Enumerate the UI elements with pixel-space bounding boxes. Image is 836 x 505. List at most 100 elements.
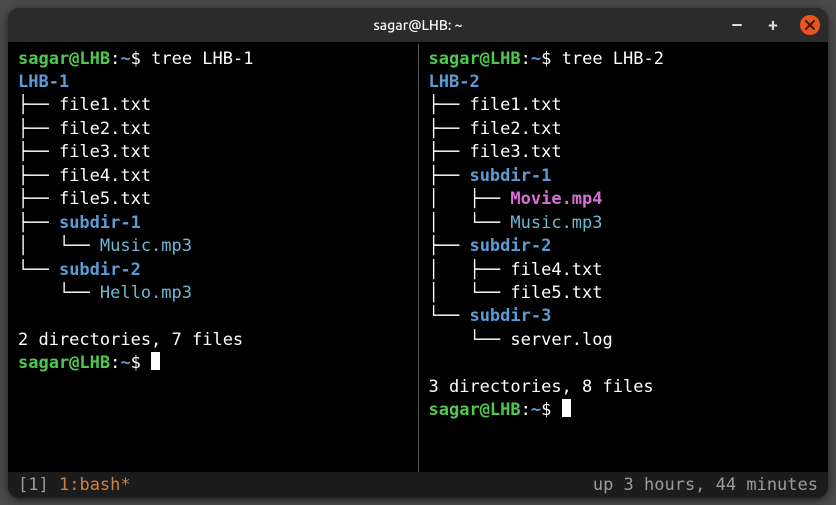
tree-line: │ └── Music.mp3	[18, 235, 412, 258]
tree-prefix: │ ├──	[429, 189, 511, 209]
tree-line: ├── subdir-1	[429, 165, 823, 188]
prompt-user-host: sagar@LHB	[429, 49, 521, 69]
tree-prefix: ├──	[18, 142, 59, 162]
tree-entry: Hello.mp3	[100, 283, 192, 303]
prompt-path: ~	[531, 400, 541, 420]
tree-entry: file1.txt	[469, 95, 561, 115]
prompt-sep: :	[521, 400, 531, 420]
tree-line: │ ├── Movie.mp4	[429, 188, 823, 211]
status-session-index: 1	[28, 475, 38, 495]
minimize-button[interactable]	[728, 16, 746, 34]
tree-root: LHB-1	[18, 71, 412, 94]
tree-line: ├── file3.txt	[429, 141, 823, 164]
tree-entry: Music.mp3	[100, 236, 192, 256]
tree-line: │ └── Music.mp3	[429, 212, 823, 235]
tree-entry: file4.txt	[59, 166, 151, 186]
tree-line: ├── file1.txt	[18, 94, 412, 117]
tree-prefix: ├──	[429, 142, 470, 162]
tree-entry: file1.txt	[59, 95, 151, 115]
titlebar: sagar@LHB: ~	[8, 8, 828, 42]
tree-line: │ └── file5.txt	[429, 282, 823, 305]
tree-line: └── server.log	[429, 329, 823, 352]
tree-entry: file5.txt	[59, 189, 151, 209]
tree-summary: 3 directories, 8 files	[429, 376, 823, 399]
status-right: up 3 hours, 44 minutes	[593, 475, 818, 495]
tree-prefix: ├──	[18, 166, 59, 186]
prompt-sigil: $	[131, 49, 151, 69]
tree-entry: subdir-1	[59, 213, 141, 233]
prompt-line[interactable]: sagar@LHB:~$	[18, 352, 412, 375]
prompt-path: ~	[120, 49, 130, 69]
tree-prefix: ├──	[18, 95, 59, 115]
tree-entry: subdir-2	[469, 236, 551, 256]
prompt-sigil: $	[541, 49, 561, 69]
cursor	[562, 399, 571, 417]
tree-line: └── Hello.mp3	[18, 282, 412, 305]
tree-line: ├── file5.txt	[18, 188, 412, 211]
prompt-user-host: sagar@LHB	[429, 400, 521, 420]
prompt-user-host: sagar@LHB	[18, 353, 110, 373]
tree-entry: subdir-3	[469, 306, 551, 326]
tmux-pane-right[interactable]: sagar@LHB:~$ tree LHB-2LHB-2├── file1.tx…	[419, 44, 829, 472]
prompt-user-host: sagar@LHB	[18, 49, 110, 69]
blank-line	[18, 305, 412, 328]
prompt-path: ~	[531, 49, 541, 69]
status-bracket-close: ]	[39, 475, 59, 495]
tree-prefix: └──	[18, 283, 100, 303]
close-icon	[805, 20, 815, 30]
tree-prefix: ├──	[429, 236, 470, 256]
close-button[interactable]	[800, 15, 820, 35]
tree-prefix: │ ├──	[429, 260, 511, 280]
cursor	[151, 352, 160, 370]
command-text: tree LHB-1	[151, 49, 253, 69]
tree-prefix: ├──	[429, 95, 470, 115]
tree-prefix: │ └──	[429, 213, 511, 233]
status-active-window: 1:bash*	[59, 475, 131, 495]
tree-line: ├── subdir-2	[429, 235, 823, 258]
tree-line: ├── subdir-1	[18, 212, 412, 235]
tree-prefix: ├──	[18, 119, 59, 139]
window-title: sagar@LHB: ~	[373, 17, 462, 33]
prompt-sigil: $	[131, 353, 151, 373]
tree-root: LHB-2	[429, 71, 823, 94]
tree-line: ├── file2.txt	[18, 118, 412, 141]
prompt-sep: :	[110, 49, 120, 69]
tree-prefix: └──	[18, 260, 59, 280]
tree-prefix: │ └──	[429, 283, 511, 303]
maximize-button[interactable]	[764, 16, 782, 34]
tree-prefix: │ └──	[18, 236, 100, 256]
status-bracket-open: [	[18, 475, 28, 495]
tmux-pane-left[interactable]: sagar@LHB:~$ tree LHB-1LHB-1├── file1.tx…	[8, 44, 418, 472]
tree-entry: file2.txt	[469, 119, 561, 139]
tree-line: ├── file2.txt	[429, 118, 823, 141]
tmux-statusbar: [1] 1:bash* up 3 hours, 44 minutes	[8, 472, 828, 498]
tree-entry: Movie.mp4	[510, 189, 602, 209]
tree-summary: 2 directories, 7 files	[18, 329, 412, 352]
tree-entry: subdir-1	[469, 166, 551, 186]
tree-prefix: └──	[429, 330, 511, 350]
tree-entry: file4.txt	[510, 260, 602, 280]
prompt-sigil: $	[541, 400, 561, 420]
tree-entry: file2.txt	[59, 119, 151, 139]
tree-line: └── subdir-3	[429, 305, 823, 328]
tree-line: ├── file4.txt	[18, 165, 412, 188]
tree-prefix: ├──	[429, 119, 470, 139]
command-line: sagar@LHB:~$ tree LHB-2	[429, 48, 823, 71]
tree-line: │ ├── file4.txt	[429, 259, 823, 282]
command-line: sagar@LHB:~$ tree LHB-1	[18, 48, 412, 71]
prompt-path: ~	[120, 353, 130, 373]
tree-prefix: ├──	[18, 213, 59, 233]
tree-entry: subdir-2	[59, 260, 141, 280]
tree-entry: file3.txt	[59, 142, 151, 162]
prompt-sep: :	[521, 49, 531, 69]
prompt-line[interactable]: sagar@LHB:~$	[429, 399, 823, 422]
tree-prefix: ├──	[18, 189, 59, 209]
tree-line: ├── file1.txt	[429, 94, 823, 117]
prompt-sep: :	[110, 353, 120, 373]
status-left: [1] 1:bash*	[18, 475, 131, 495]
terminal-window: sagar@LHB: ~ sagar@LHB:~$ tree LHB-1LHB-…	[8, 8, 828, 498]
terminal-body[interactable]: sagar@LHB:~$ tree LHB-1LHB-1├── file1.tx…	[8, 42, 828, 472]
tree-line: ├── file3.txt	[18, 141, 412, 164]
blank-line	[429, 352, 823, 375]
tree-prefix: └──	[429, 306, 470, 326]
